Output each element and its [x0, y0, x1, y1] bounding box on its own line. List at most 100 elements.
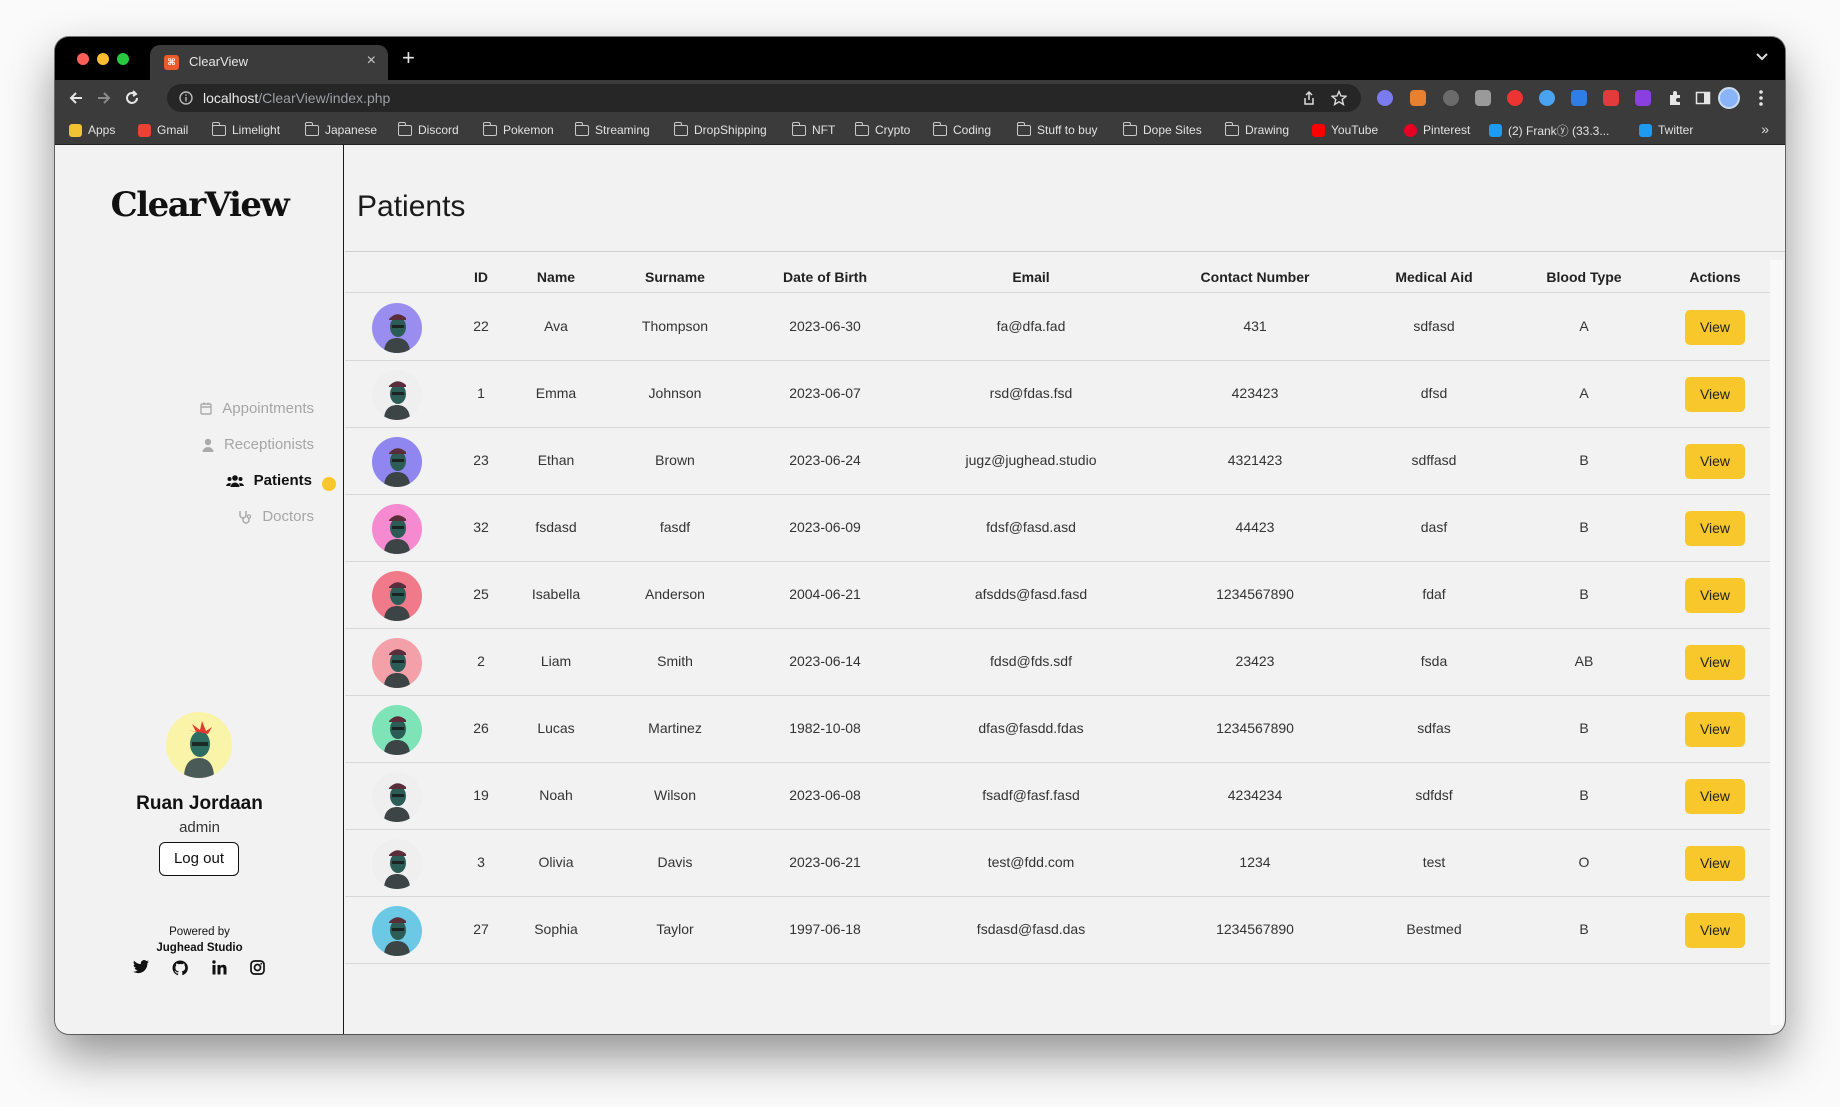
nav-item-appointments[interactable]: Appointments	[55, 400, 344, 424]
view-patient-button[interactable]: View	[1685, 913, 1745, 948]
cell-email: fsdasd@fasd.das	[976, 921, 1086, 937]
bookmark-label: Gmail	[157, 123, 189, 137]
view-patient-button[interactable]: View	[1685, 511, 1745, 546]
tab-search-chevron-icon[interactable]	[1755, 49, 1769, 63]
cell-id: 1	[477, 385, 485, 401]
user-avatar[interactable]	[166, 712, 232, 778]
extensions-puzzle-icon[interactable]	[1667, 90, 1683, 106]
github-icon[interactable]	[172, 960, 189, 976]
cell-surname: Davis	[657, 854, 693, 870]
bookmark-item[interactable]: Pokemon	[482, 121, 554, 138]
bookmark-item[interactable]: Discord	[397, 121, 459, 138]
bookmark-item[interactable]: Pinterest	[1404, 122, 1470, 138]
tab-close-icon[interactable]: ×	[367, 52, 376, 70]
instagram-icon[interactable]	[250, 960, 265, 975]
site-info-icon[interactable]	[179, 91, 193, 105]
view-patient-button[interactable]: View	[1685, 645, 1745, 680]
patients-table: ID Name Surname Date of Birth Email Cont…	[345, 260, 1770, 1025]
view-patient-button[interactable]: View	[1685, 310, 1745, 345]
bookmark-item[interactable]: Dope Sites	[1122, 121, 1202, 138]
bookmark-item[interactable]: Gmail	[138, 122, 188, 138]
bookmark-item[interactable]: Drawing	[1224, 121, 1289, 138]
app-logo[interactable]: ClearView	[55, 185, 344, 225]
side-panel-icon[interactable]	[1695, 90, 1711, 106]
bookmark-item[interactable]: Stuff to buy	[1016, 121, 1098, 138]
bookmark-item[interactable]: DropShipping	[673, 121, 767, 138]
extension-5-icon[interactable]	[1507, 90, 1523, 106]
nav-item-receptionists[interactable]: Receptionists	[55, 436, 344, 460]
more-bookmarks-icon[interactable]: »	[1761, 121, 1769, 137]
cell-surname: Anderson	[645, 586, 705, 602]
bookmark-item[interactable]: Streaming	[574, 121, 650, 138]
forward-icon[interactable]	[95, 89, 113, 107]
column-header-blood-type[interactable]: Blood Type	[1546, 269, 1621, 285]
new-tab-button[interactable]: +	[402, 45, 415, 71]
extension-4-icon[interactable]	[1475, 90, 1491, 106]
minimize-window-button[interactable]	[97, 53, 109, 65]
cell-blood-type: B	[1579, 720, 1589, 736]
cell-medical-aid: fdaf	[1422, 586, 1446, 602]
lock-extension-icon[interactable]	[1603, 90, 1619, 106]
back-icon[interactable]	[67, 89, 85, 107]
view-patient-button[interactable]: View	[1685, 779, 1745, 814]
cell-name: Liam	[540, 653, 572, 669]
cell-surname: Taylor	[656, 921, 694, 937]
nav-item-doctors[interactable]: Doctors	[55, 508, 344, 532]
social-links	[133, 960, 265, 976]
twitter-icon[interactable]	[133, 960, 149, 974]
column-header-email[interactable]: Email	[1012, 269, 1049, 285]
bookmark-item[interactable]: Coding	[932, 121, 991, 138]
profile-avatar[interactable]	[1718, 87, 1740, 109]
bookmark-item[interactable]: (2) Frankⓨ (33.3...	[1489, 122, 1609, 138]
extension-3-icon[interactable]	[1443, 90, 1459, 106]
bookmark-item[interactable]: Crypto	[854, 121, 910, 138]
bookmark-item[interactable]: NFT	[791, 121, 835, 138]
view-patient-button[interactable]: View	[1685, 846, 1745, 881]
metamask-extension-icon[interactable]	[1410, 90, 1426, 106]
share-icon[interactable]	[1301, 90, 1317, 106]
view-patient-button[interactable]: View	[1685, 377, 1745, 412]
bookmark-item[interactable]: Twitter	[1639, 122, 1693, 138]
view-patient-button[interactable]: View	[1685, 712, 1745, 747]
nav-label-doctors: Doctors	[262, 508, 314, 525]
cell-dob: 2023-06-08	[789, 787, 861, 803]
cell-name: Isabella	[531, 586, 581, 602]
column-header-surname[interactable]: Surname	[645, 269, 705, 285]
bookmark-item[interactable]: YouTube	[1312, 122, 1378, 138]
bookmark-item[interactable]: Limelight	[211, 121, 281, 138]
nav-item-patients[interactable]: Patients	[55, 472, 344, 496]
extension-6-icon[interactable]	[1539, 90, 1555, 106]
cell-email: test@fdd.com	[987, 854, 1075, 870]
column-header-contact[interactable]: Contact Number	[1201, 269, 1310, 285]
user-avatar-portrait	[184, 721, 214, 778]
linkedin-icon[interactable]	[211, 960, 227, 975]
column-header-dob[interactable]: Date of Birth	[783, 269, 867, 285]
bookmark-item[interactable]: Apps	[69, 122, 115, 138]
column-header-name[interactable]: Name	[537, 269, 575, 285]
column-header-id[interactable]: ID	[474, 269, 488, 285]
browser-menu-icon[interactable]	[1758, 89, 1764, 107]
extension-1-icon[interactable]	[1377, 90, 1393, 106]
table-scrollbar[interactable]	[1770, 260, 1783, 1025]
folder-icon	[211, 121, 226, 136]
address-bar[interactable]: localhost/ClearView/index.php	[167, 84, 1361, 112]
tab-strip: ⌘ ClearView × +	[55, 37, 1785, 80]
browser-tab[interactable]: ⌘ ClearView ×	[150, 45, 388, 80]
bookmark-star-icon[interactable]	[1331, 90, 1347, 106]
table-row: 3 Olivia Davis 2023-06-21 test@fdd.com 1234 te…	[345, 830, 1770, 897]
maximize-window-button[interactable]	[117, 53, 129, 65]
bookmark-item[interactable]: Japanese	[304, 121, 377, 138]
cell-email: fsadf@fasf.fasd	[982, 787, 1080, 803]
logout-button[interactable]: Log out	[159, 842, 239, 876]
table-row: 25 Isabella Anderson 2004-06-21 afsdds@fasd.…	[345, 562, 1770, 629]
column-header-medical-aid[interactable]: Medical Aid	[1395, 269, 1472, 285]
extension-9-icon[interactable]	[1635, 90, 1651, 106]
close-window-button[interactable]	[77, 53, 89, 65]
studio-name[interactable]: Jughead Studio	[156, 942, 242, 954]
calendar-icon	[200, 402, 212, 415]
view-patient-button[interactable]: View	[1685, 444, 1745, 479]
download-extension-icon[interactable]	[1571, 90, 1587, 106]
bookmark-label: Limelight	[232, 123, 281, 137]
view-patient-button[interactable]: View	[1685, 578, 1745, 613]
reload-icon[interactable]	[123, 89, 141, 107]
